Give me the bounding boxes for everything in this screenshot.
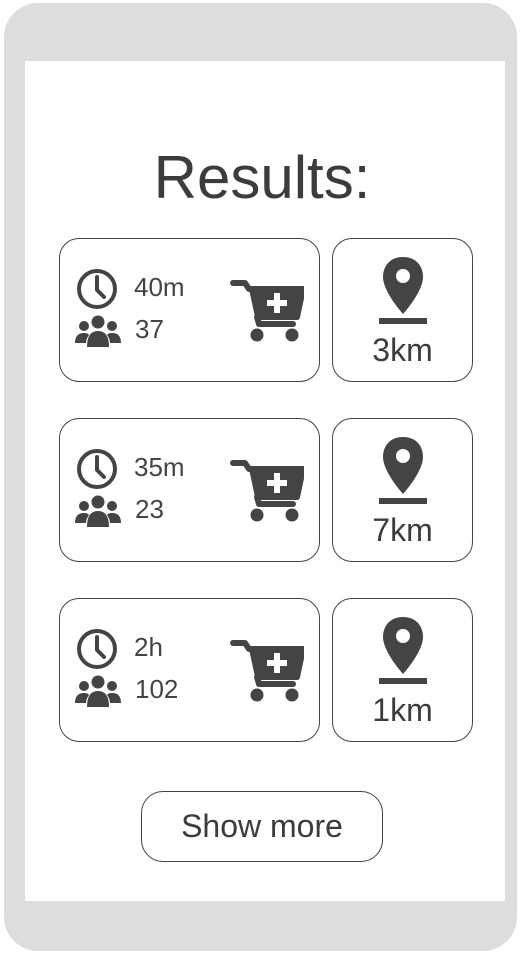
location-pin-icon: [378, 254, 428, 326]
result-distance: 3km: [372, 332, 433, 368]
people-group-icon: [75, 495, 121, 527]
result-people-count: 102: [135, 674, 179, 704]
result-card-3: 2h 102: [59, 598, 320, 742]
result-distance: 1km: [372, 692, 433, 728]
location-pin-icon: [378, 614, 428, 686]
result-distance: 7km: [372, 512, 433, 548]
page-title: Results:: [153, 144, 371, 211]
result-people-count: 23: [135, 494, 164, 524]
people-group-icon: [75, 675, 121, 707]
distance-card-1[interactable]: 3km: [332, 238, 473, 382]
result-card-1: 40m 37: [59, 238, 320, 382]
clock-icon: [76, 268, 118, 310]
location-pin-icon: [378, 434, 428, 506]
add-to-cart-button[interactable]: [230, 457, 304, 523]
clock-icon: [76, 628, 118, 670]
clock-icon: [76, 448, 118, 490]
add-to-cart-button[interactable]: [230, 637, 304, 703]
result-time: 35m: [134, 452, 185, 482]
add-to-cart-button[interactable]: [230, 277, 304, 343]
result-time: 40m: [134, 272, 185, 302]
distance-card-3[interactable]: 1km: [332, 598, 473, 742]
distance-card-2[interactable]: 7km: [332, 418, 473, 562]
result-time: 2h: [134, 632, 163, 662]
show-more-button[interactable]: Show more: [141, 791, 383, 862]
result-card-2: 35m 23: [59, 418, 320, 562]
people-group-icon: [75, 315, 121, 347]
result-people-count: 37: [135, 314, 164, 344]
